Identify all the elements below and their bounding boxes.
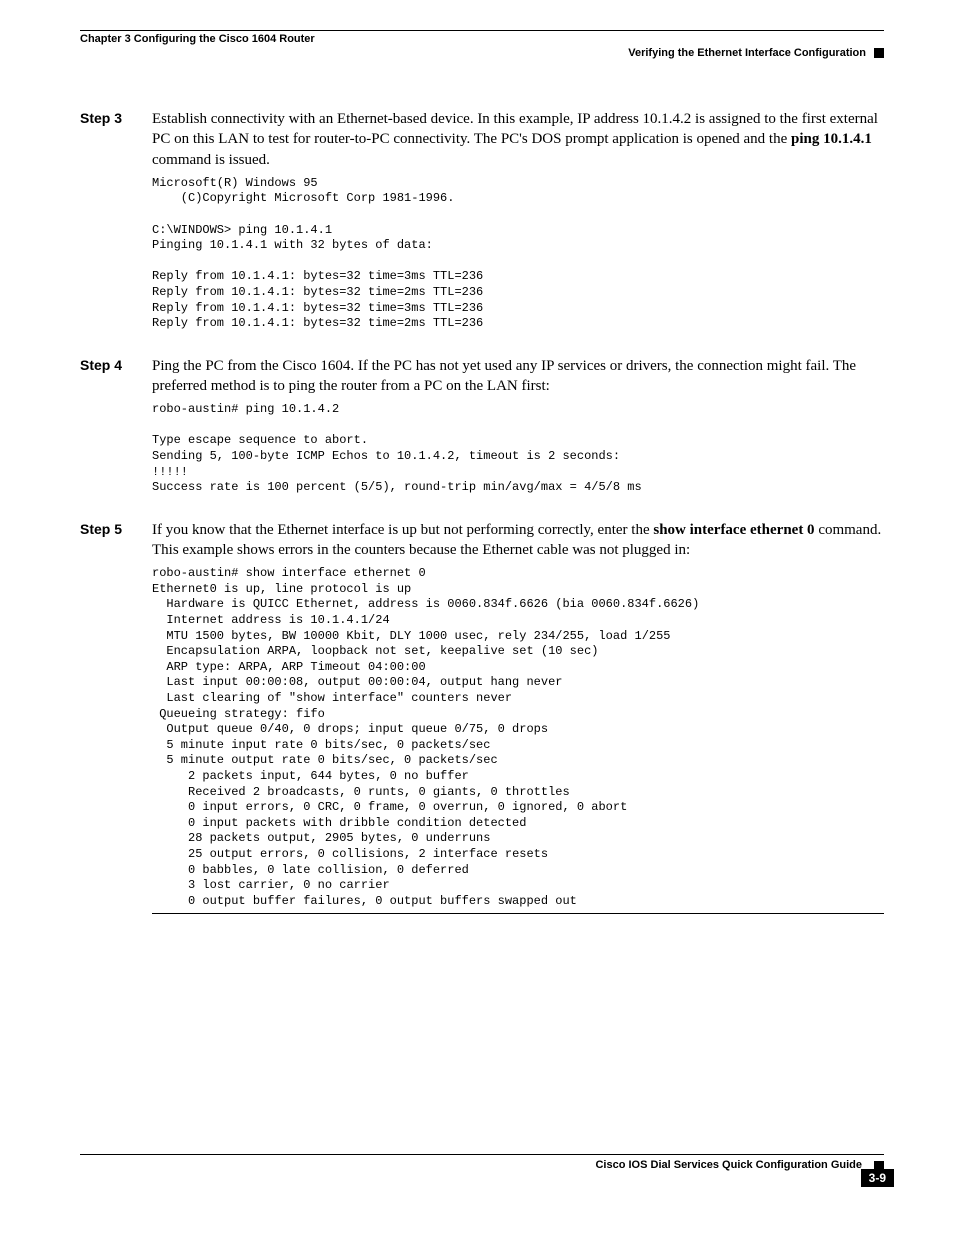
text: command is issued. bbox=[152, 152, 270, 168]
code-line: Sending 5, 100-byte ICMP Echos to 10.1.4… bbox=[152, 449, 620, 463]
step-5-code: robo-austin# show interface ethernet 0 E… bbox=[152, 566, 884, 909]
code-bold: ping 10.1.4.1 bbox=[238, 223, 332, 237]
code-bold: ping 10.1.4.2 bbox=[246, 402, 340, 416]
code-line: 3 lost carrier, 0 no carrier bbox=[152, 878, 390, 892]
section-title: Verifying the Ethernet Interface Configu… bbox=[628, 47, 866, 59]
code-line: Type escape sequence to abort. bbox=[152, 433, 368, 447]
section-end-rule bbox=[152, 913, 884, 914]
code-line: !!!!! bbox=[152, 465, 188, 479]
code-line: Microsoft(R) Windows 95 bbox=[152, 176, 318, 190]
step-4-paragraph: Ping the PC from the Cisco 1604. If the … bbox=[152, 356, 884, 397]
step-body: If you know that the Ethernet interface … bbox=[152, 520, 884, 915]
code-text: , 0 no carrier bbox=[289, 878, 390, 892]
text: Establish connectivity with an Ethernet-… bbox=[152, 111, 878, 147]
step-3-paragraph: Establish connectivity with an Ethernet-… bbox=[152, 109, 884, 170]
page-footer: Cisco IOS Dial Services Quick Configurat… bbox=[80, 1154, 884, 1171]
code-line: robo-austin# show interface ethernet 0 bbox=[152, 566, 426, 580]
step-3: Step 3 Establish connectivity with an Et… bbox=[80, 109, 884, 350]
code-line: 0 babbles, 0 late collision, 0 deferred bbox=[152, 863, 469, 877]
code-line: Reply from 10.1.4.1: bytes=32 time=3ms T… bbox=[152, 301, 483, 315]
header-marker-icon bbox=[874, 48, 884, 58]
footer-guide-title: Cisco IOS Dial Services Quick Configurat… bbox=[595, 1159, 862, 1171]
code-text bbox=[152, 878, 188, 892]
code-line: 0 output buffer failures, 0 output buffe… bbox=[152, 894, 577, 908]
bold-command: show interface ethernet 0 bbox=[653, 522, 814, 538]
step-4-code: robo-austin# ping 10.1.4.2 Type escape s… bbox=[152, 402, 884, 496]
code-text bbox=[152, 847, 188, 861]
code-text: MTU 1500 bytes, BW 10000 Kbit, DLY 1000 … bbox=[152, 629, 598, 643]
page-header: Chapter 3 Configuring the Cisco 1604 Rou… bbox=[80, 30, 884, 59]
code-line: Ethernet0 is up, line protocol is up bbox=[152, 582, 411, 596]
code-bold: show interface ethernet 0 bbox=[246, 566, 426, 580]
bold-command: ping 10.1.4.1 bbox=[791, 131, 872, 147]
code-text: C:\WINDOWS> bbox=[152, 223, 238, 237]
code-line: 5 minute output rate 0 bits/sec, 0 packe… bbox=[152, 753, 498, 767]
section-row: Verifying the Ethernet Interface Configu… bbox=[80, 47, 884, 59]
step-label: Step 3 bbox=[80, 110, 152, 126]
step-label: Step 4 bbox=[80, 357, 152, 373]
code-line: Last clearing of "show interface" counte… bbox=[152, 691, 512, 705]
code-line: 0 input errors, 0 CRC, 0 frame, 0 overru… bbox=[152, 800, 627, 814]
page-number: 3-9 bbox=[861, 1169, 894, 1187]
code-line: (C)Copyright Microsoft Corp 1981-1996. bbox=[152, 191, 454, 205]
step-label: Step 5 bbox=[80, 521, 152, 537]
code-text: robo-austin# bbox=[152, 402, 246, 416]
page: Chapter 3 Configuring the Cisco 1604 Rou… bbox=[0, 0, 954, 1201]
code-line: ARP type: ARPA, ARP Timeout 04:00:00 bbox=[152, 660, 426, 674]
step-4: Step 4 Ping the PC from the Cisco 1604. … bbox=[80, 356, 884, 514]
text: If you know that the Ethernet interface … bbox=[152, 522, 653, 538]
code-line: 5 minute input rate 0 bits/sec, 0 packet… bbox=[152, 738, 490, 752]
code-line: Pinging 10.1.4.1 with 32 bytes of data: bbox=[152, 238, 433, 252]
code-line: MTU 1500 bytes, BW 10000 Kbit, DLY 1000 … bbox=[152, 629, 671, 643]
code-text: robo-austin# bbox=[152, 566, 246, 580]
code-line: Reply from 10.1.4.1: bytes=32 time=2ms T… bbox=[152, 285, 483, 299]
code-line: 2 packets input, 644 bytes, 0 no buffer bbox=[152, 769, 469, 783]
code-line: Received 2 broadcasts, 0 runts, 0 giants… bbox=[152, 785, 570, 799]
code-text: 0 collisions, 2 interface resets bbox=[310, 847, 548, 861]
code-line: Reply from 10.1.4.1: bytes=32 time=3ms T… bbox=[152, 269, 483, 283]
step-5: Step 5 If you know that the Ethernet int… bbox=[80, 520, 884, 915]
code-line: 28 packets output, 2905 bytes, 0 underru… bbox=[152, 831, 490, 845]
code-bold: 25 output errors, bbox=[188, 847, 310, 861]
code-line: Hardware is QUICC Ethernet, address is 0… bbox=[152, 597, 699, 611]
code-line: Output queue 0/40, 0 drops; input queue … bbox=[152, 722, 548, 736]
code-line: Reply from 10.1.4.1: bytes=32 time=2ms T… bbox=[152, 316, 483, 330]
code-line: Success rate is 100 percent (5/5), round… bbox=[152, 480, 642, 494]
code-line: C:\WINDOWS> ping 10.1.4.1 bbox=[152, 223, 332, 237]
code-line: 25 output errors, 0 collisions, 2 interf… bbox=[152, 847, 548, 861]
code-line: Queueing strategy: fifo bbox=[152, 707, 325, 721]
step-3-code: Microsoft(R) Windows 95 (C)Copyright Mic… bbox=[152, 176, 884, 332]
step-5-paragraph: If you know that the Ethernet interface … bbox=[152, 520, 884, 561]
chapter-label: Chapter 3 Configuring the Cisco 1604 Rou… bbox=[80, 33, 884, 45]
code-bold: 3 lost carrier bbox=[188, 878, 289, 892]
code-line: 0 input packets with dribble condition d… bbox=[152, 816, 526, 830]
code-bold: load 1/255 bbox=[598, 629, 670, 643]
code-line: Encapsulation ARPA, loopback not set, ke… bbox=[152, 644, 598, 658]
step-body: Ping the PC from the Cisco 1604. If the … bbox=[152, 356, 884, 514]
step-body: Establish connectivity with an Ethernet-… bbox=[152, 109, 884, 350]
code-line: Internet address is 10.1.4.1/24 bbox=[152, 613, 390, 627]
code-line: robo-austin# ping 10.1.4.2 bbox=[152, 402, 339, 416]
code-line: Last input 00:00:08, output 00:00:04, ou… bbox=[152, 675, 562, 689]
